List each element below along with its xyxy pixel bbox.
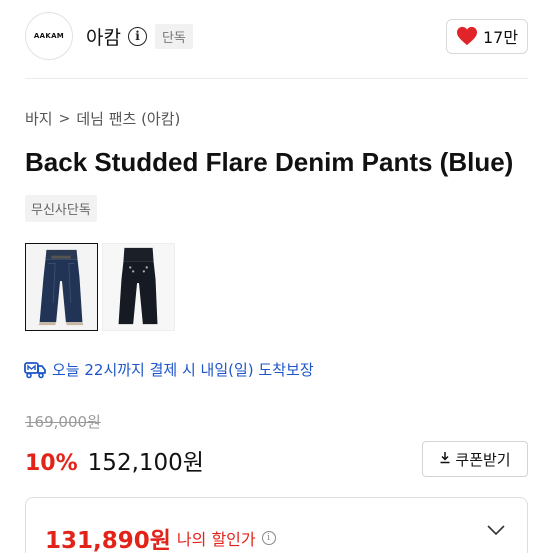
my-price-label: 나의 할인가 (176, 530, 256, 549)
coupon-download-button[interactable]: 쿠폰받기 (422, 441, 528, 477)
chevron-down-icon[interactable] (487, 525, 505, 535)
jeans-front-image (26, 244, 97, 330)
thumbnail-back[interactable] (102, 243, 175, 331)
exclusive-badge: 단독 (154, 23, 193, 49)
sale-price: 152,100원 (87, 450, 204, 476)
info-icon[interactable]: i (127, 26, 147, 46)
original-price: 169,000원 (25, 413, 101, 431)
coupon-label: 쿠폰받기 (455, 450, 511, 469)
divider (25, 78, 528, 79)
price-row: 10% 152,100원 (25, 443, 204, 477)
my-price-amount: 131,890원 (45, 528, 171, 553)
brand-logo[interactable]: AAKAM (25, 12, 73, 60)
brand-header: AAKAM 아캄 i 단독 17만 (25, 11, 528, 61)
my-discount-price-panel[interactable]: 131,890원 나의 할인가 i (25, 497, 528, 553)
store-exclusive-tag: 무신사단독 (25, 195, 97, 222)
download-icon (439, 450, 451, 468)
brand-name[interactable]: 아캄 (86, 23, 121, 50)
breadcrumb: 바지 > 데님 팬츠 (아캄) (25, 108, 180, 129)
thumbnail-front[interactable] (25, 243, 98, 331)
like-button[interactable]: 17만 (446, 18, 528, 54)
delivery-truck-icon (24, 361, 46, 379)
product-title: Back Studded Flare Denim Pants (Blue) (25, 147, 514, 177)
jeans-back-image (103, 244, 174, 330)
delivery-text: 오늘 22시까지 결제 시 내일(일) 도착보장 (52, 361, 314, 379)
breadcrumb-separator: > (58, 110, 71, 127)
my-price: 131,890원 나의 할인가 i (45, 521, 276, 553)
like-count: 17만 (482, 28, 519, 47)
discount-rate: 10% (25, 451, 78, 476)
info-icon[interactable]: i (261, 531, 276, 545)
breadcrumb-category[interactable]: 바지 (25, 108, 53, 129)
delivery-guarantee: 오늘 22시까지 결제 시 내일(일) 도착보장 (24, 359, 314, 380)
heart-icon (456, 26, 478, 46)
breadcrumb-subcategory[interactable]: 데님 팬츠 (아캄) (76, 108, 180, 129)
